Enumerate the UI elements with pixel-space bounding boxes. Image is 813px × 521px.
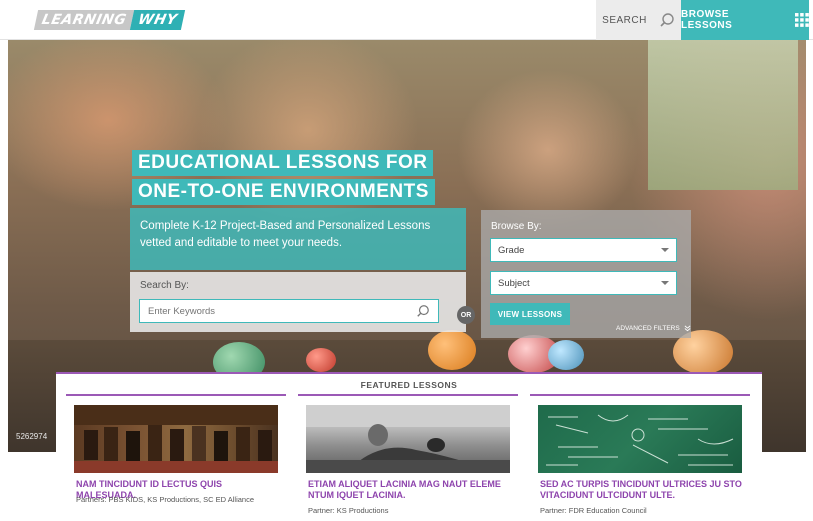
lesson-card-image[interactable] <box>538 405 742 473</box>
lesson-card-title[interactable]: ETIAM ALIQUET LACINIA MAG NAUT ELEME NTU… <box>308 479 513 501</box>
search-by-label: Search By: <box>140 280 189 291</box>
keyword-search-box[interactable] <box>139 299 439 323</box>
chevron-down-icon <box>661 281 669 285</box>
grid-icon <box>795 13 809 27</box>
lesson-card-image[interactable] <box>74 405 278 473</box>
double-chevron-down-icon <box>684 325 691 332</box>
chalkboard-image <box>546 414 734 466</box>
browse-lessons-label: BROWSE LESSONS <box>681 9 733 31</box>
browse-panel: Browse By: Grade Subject VIEW LESSONS AD… <box>481 210 691 338</box>
lesson-card-partners: Partner: KS Productions <box>308 506 389 515</box>
chevron-down-icon <box>661 248 669 252</box>
lesson-card[interactable]: ETIAM ALIQUET LACINIA MAG NAUT ELEME NTU… <box>298 394 518 521</box>
browse-by-label: Browse By: <box>491 221 542 232</box>
grade-select-value: Grade <box>498 244 525 256</box>
painting-image <box>74 405 278 473</box>
grade-select[interactable]: Grade <box>490 238 677 262</box>
lesson-card-title[interactable]: SED AC TURPIS TINCIDUNT ULTRICES JU STO … <box>540 479 745 501</box>
lesson-card-partners: Partners: PBS KIDS, KS Productions, SC E… <box>76 495 254 504</box>
view-lessons-button[interactable]: VIEW LESSONS <box>490 303 570 325</box>
lesson-card-image[interactable] <box>306 405 510 473</box>
keyword-search-input[interactable] <box>148 305 388 317</box>
logo-right-text: WHY <box>130 10 186 30</box>
advanced-filters-label: ADVANCED FILTERS <box>616 325 680 332</box>
search-icon <box>660 13 674 27</box>
advanced-filters-link[interactable]: ADVANCED FILTERS <box>616 325 691 332</box>
planet-model <box>548 340 584 370</box>
browse-lessons-button[interactable]: BROWSE LESSONS <box>681 0 809 40</box>
header-search-label: SEARCH <box>602 14 647 26</box>
subject-select-value: Subject <box>498 277 530 289</box>
search-icon[interactable] <box>416 304 430 318</box>
featured-lessons-section: FEATURED LESSONS NAM TINCIDUNT ID LECTUS… <box>56 372 762 521</box>
lesson-card-partners: Partner: FDR Education Council <box>540 506 647 515</box>
hero-background-window <box>648 40 798 190</box>
or-badge: OR <box>457 306 475 324</box>
planet-model <box>306 348 336 372</box>
photo-image <box>306 405 510 473</box>
logo-left-text: LEARNING <box>33 10 135 30</box>
site-header: LEARNING WHY SEARCH BROWSE LESSONS <box>0 0 813 40</box>
header-search-button[interactable]: SEARCH <box>596 0 681 40</box>
hero-headline-line-2: ONE-TO-ONE ENVIRONMENTS <box>132 179 435 205</box>
search-panel: Search By: <box>130 272 466 332</box>
hero-headline: EDUCATIONAL LESSONS FOR ONE-TO-ONE ENVIR… <box>132 150 435 208</box>
hero-image-code: 5262974 <box>16 432 48 441</box>
lesson-card[interactable]: SED AC TURPIS TINCIDUNT ULTRICES JU STO … <box>530 394 750 521</box>
featured-lessons-title: FEATURED LESSONS <box>360 380 458 390</box>
lesson-card[interactable]: NAM TINCIDUNT ID LECTUS QUIS MALESUADA. … <box>66 394 286 521</box>
logo[interactable]: LEARNING WHY <box>33 10 186 30</box>
planet-model <box>428 330 476 370</box>
hero-subtext: Complete K-12 Project-Based and Personal… <box>140 220 431 249</box>
subject-select[interactable]: Subject <box>490 271 677 295</box>
hero-headline-line-1: EDUCATIONAL LESSONS FOR <box>132 150 434 176</box>
hero-subtext-panel: Complete K-12 Project-Based and Personal… <box>130 208 466 270</box>
